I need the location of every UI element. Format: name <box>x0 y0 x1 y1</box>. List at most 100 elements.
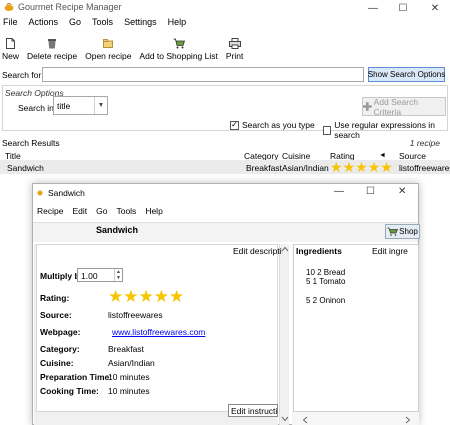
cooking-time-value: 10 minutes <box>108 386 150 396</box>
scroll-up-icon <box>281 246 289 252</box>
open-recipe-label: Open recipe <box>85 51 132 61</box>
minimize-icon: — <box>368 2 378 14</box>
recipe-minimize-button[interactable]: — <box>334 186 344 197</box>
shopping-cart-icon <box>387 227 399 236</box>
recipe-window-logo-icon <box>37 190 43 196</box>
search-as-you-type-label: Search as you type <box>242 120 315 130</box>
new-label: New <box>2 51 20 61</box>
add-search-criteria-button[interactable]: Add Search Criteria <box>362 96 446 117</box>
preparation-time-label: Preparation Time: <box>40 372 113 382</box>
category-label: Category: <box>40 344 80 354</box>
webpage-link[interactable]: www.listoffreewares.com <box>112 327 205 337</box>
menu-actions[interactable]: Actions <box>29 17 59 31</box>
recipe-maximize-button[interactable]: ☐ <box>366 186 375 197</box>
add-search-criteria-label: Add Search Criteria <box>373 96 419 117</box>
ingredient-item: 10 2 Bread <box>306 268 346 277</box>
source-value: listoffreewares <box>108 310 163 320</box>
star-icon: ★ <box>169 287 185 306</box>
recipe-menu-go[interactable]: Go <box>96 206 107 216</box>
search-as-you-type-option[interactable]: ✓ Search as you type <box>230 120 315 130</box>
maximize-button[interactable]: ☐ <box>388 0 418 16</box>
category-value: Breakfast <box>108 344 144 354</box>
star-icon: ★ <box>153 287 169 306</box>
edit-ingredients-button[interactable]: Edit ingre <box>372 246 408 256</box>
new-button[interactable]: New <box>0 37 19 61</box>
main-title-bar: Gourmet Recipe Manager — ☐ ✕ <box>0 0 450 16</box>
source-label: Source: <box>40 310 72 320</box>
recipe-rating-stars[interactable]: ★ ★ ★ ★ ★ <box>108 288 184 305</box>
cuisine-value: Asian/Indian <box>108 358 155 368</box>
recipe-heading: Sandwich <box>96 225 139 235</box>
close-icon: ✕ <box>430 2 440 14</box>
app-logo-icon <box>4 2 14 11</box>
regex-option[interactable]: Use regular expressions in search <box>323 120 450 140</box>
scroll-right-icon <box>405 416 411 424</box>
star-icon: ★ <box>108 287 124 306</box>
cuisine-label: Cuisine: <box>40 358 74 368</box>
row-category: Breakfast <box>246 163 282 173</box>
plus-icon <box>363 102 372 111</box>
cooking-time-label: Cooking Time: <box>40 386 99 396</box>
shop-label: Shop <box>399 227 418 236</box>
search-in-value: title <box>57 101 71 111</box>
recipe-menu-edit[interactable]: Edit <box>72 206 87 216</box>
preparation-time-value: 10 minutes <box>108 372 150 382</box>
search-input[interactable] <box>42 67 364 82</box>
recipe-header-bar <box>33 222 418 242</box>
regex-checkbox[interactable] <box>323 125 332 135</box>
menu-file[interactable]: File <box>3 17 18 31</box>
sort-left-icon: ◄ <box>379 152 386 159</box>
add-to-shopping-list-button[interactable]: Add to Shopping List <box>137 37 218 61</box>
shop-button[interactable]: Shop <box>385 224 420 239</box>
edit-instructions-label: Edit instructio <box>231 406 278 416</box>
search-as-you-type-checkbox[interactable]: ✓ <box>230 120 239 130</box>
maximize-icon: ☐ <box>398 2 408 14</box>
close-button[interactable]: ✕ <box>420 0 450 16</box>
shopping-cart-icon <box>173 38 185 48</box>
menu-go[interactable]: Go <box>69 17 81 31</box>
recipe-menu-help[interactable]: Help <box>145 206 162 216</box>
new-document-icon <box>6 37 15 49</box>
ingredient-item: 5 1 Tomato <box>306 277 346 286</box>
edit-instructions-button[interactable]: Edit instructio <box>228 404 278 417</box>
star-icon: ★ <box>367 159 381 175</box>
delete-recipe-button[interactable]: Delete recipe <box>25 37 77 61</box>
search-results-header: Search Results <box>2 138 60 148</box>
main-toolbar: New Delete recipe Open recipe Add to Sho… <box>0 33 249 61</box>
vertical-scrollbar[interactable] <box>279 244 289 425</box>
open-recipe-button[interactable]: Open recipe <box>83 37 131 61</box>
window-title: Gourmet Recipe Manager <box>18 2 122 12</box>
recipe-menu-tools[interactable]: Tools <box>116 206 136 216</box>
webpage-label: Webpage: <box>40 327 81 337</box>
ingredients-heading: Ingredients <box>296 246 342 256</box>
print-button[interactable]: Print <box>224 37 243 61</box>
spinner-arrows-icon[interactable]: ▲ ▼ <box>114 269 122 281</box>
row-source: listoffreewares <box>399 163 450 173</box>
scroll-down-icon <box>281 416 289 422</box>
multiply-spinner[interactable]: 1.00 ▲ ▼ <box>77 268 123 282</box>
ingredient-item: 5 2 Oninon <box>306 296 346 305</box>
edit-description-button[interactable]: Edit descripti <box>233 246 282 256</box>
star-icon: ★ <box>380 159 393 175</box>
star-icon: ★ <box>342 159 356 175</box>
trash-icon <box>48 38 57 48</box>
minimize-button[interactable]: — <box>358 0 388 16</box>
chevron-down-icon: ▼ <box>94 97 107 114</box>
menu-settings[interactable]: Settings <box>124 17 157 31</box>
search-for-label: Search for: <box>2 70 44 80</box>
star-icon: ★ <box>123 287 139 306</box>
menu-tools[interactable]: Tools <box>92 17 113 31</box>
menu-help[interactable]: Help <box>168 17 187 31</box>
printer-icon <box>228 37 241 49</box>
search-in-label: Search in <box>18 103 54 113</box>
regex-label: Use regular expressions in search <box>334 120 435 140</box>
search-row: Search for: Show Search Options <box>0 67 450 83</box>
recipe-close-button[interactable]: ✕ <box>398 186 406 197</box>
row-cuisine: Asian/Indian <box>282 163 329 173</box>
delete-recipe-label: Delete recipe <box>27 51 78 61</box>
multiply-value: 1.00 <box>81 271 98 281</box>
search-in-select[interactable]: title ▼ <box>53 96 108 115</box>
recipe-menu-recipe[interactable]: Recipe <box>37 206 63 216</box>
star-icon: ★ <box>355 159 368 175</box>
show-search-options-button[interactable]: Show Search Options <box>368 67 445 82</box>
